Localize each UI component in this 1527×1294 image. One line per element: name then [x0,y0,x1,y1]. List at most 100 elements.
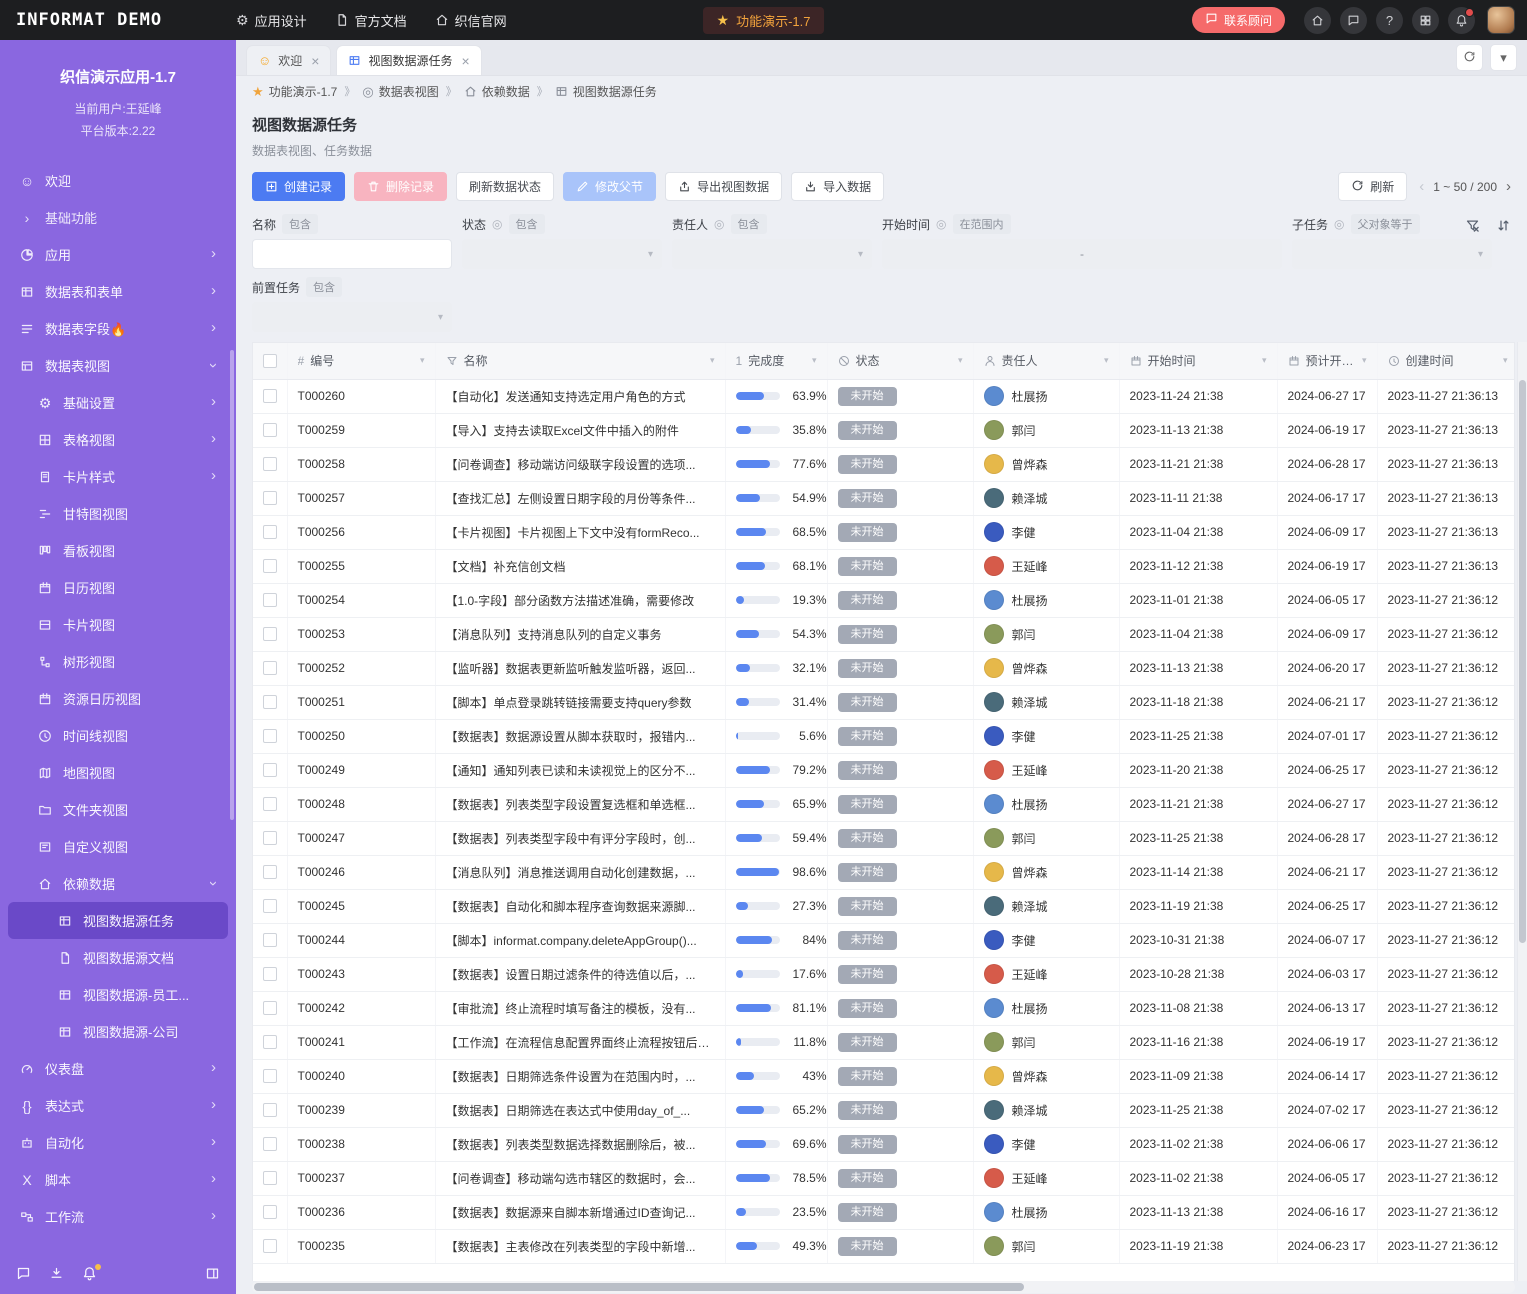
row-checkbox[interactable] [263,1001,277,1015]
caret-down-icon[interactable]: ▾ [1104,355,1109,366]
bell-footer-button[interactable] [82,1266,97,1281]
caret-down-icon[interactable]: ▾ [958,355,963,366]
sidebar-item[interactable]: 依赖数据› [8,865,228,902]
caret-down-icon[interactable]: ▾ [1362,355,1367,366]
breadcrumb-item[interactable]: ★功能演示-1.7 [252,83,337,100]
sidebar-item[interactable]: 文件夹视图 [8,791,228,828]
table-row[interactable]: T000253【消息队列】支持消息队列的自定义事务54.3%未开始郭闫2023-… [253,617,1515,651]
caret-down-icon[interactable]: ▾ [420,355,425,366]
row-checkbox[interactable] [263,1103,277,1117]
row-checkbox[interactable] [263,899,277,913]
row-checkbox[interactable] [263,491,277,505]
row-checkbox[interactable] [263,865,277,879]
sidebar-item[interactable]: {}表达式› [8,1087,228,1124]
table-row[interactable]: T000252【监听器】数据表更新监听触发监听器，返回...32.1%未开始曾烨… [253,651,1515,685]
filter-date-range[interactable]: - [882,239,1282,269]
horizontal-scrollbar[interactable] [254,1283,1024,1291]
sidebar-item[interactable]: 数据表视图› [8,347,228,384]
row-checkbox[interactable] [263,423,277,437]
row-checkbox[interactable] [263,627,277,641]
table-row[interactable]: T000259【导入】支持去读取Excel文件中插入的附件35.8%未开始郭闫2… [253,413,1515,447]
sidebar-item[interactable]: ☺欢迎 [8,162,228,199]
sidebar-item[interactable]: ⚙基础设置› [8,384,228,421]
row-checkbox[interactable] [263,593,277,607]
table-row[interactable]: T000243【数据表】设置日期过滤条件的待选值以后，...17.6%未开始王延… [253,957,1515,991]
caret-down-icon[interactable]: ▾ [710,355,715,366]
apps-button[interactable] [1412,7,1439,34]
table-row[interactable]: T000256【卡片视图】卡片视图上下文中没有formReco...68.5%未… [253,515,1515,549]
table-row[interactable]: T000258【问卷调查】移动端访问级联字段设置的选项...77.6%未开始曾烨… [253,447,1515,481]
sidebar-item[interactable]: X脚本› [8,1161,228,1198]
sidebar-item[interactable]: 资源日历视图 [8,680,228,717]
sidebar-item[interactable]: 甘特图视图 [8,495,228,532]
sort-icon[interactable] [1496,218,1511,237]
select-all-checkbox[interactable] [263,354,277,368]
vertical-scrollbar-track[interactable] [1517,342,1527,1281]
row-checkbox[interactable] [263,729,277,743]
close-icon[interactable]: × [462,53,470,69]
breadcrumb-item[interactable]: 视图数据源任务 [555,83,657,100]
create-record-button[interactable]: 创建记录 [252,172,345,201]
filter-input[interactable] [252,239,452,269]
table-row[interactable]: T000242【审批流】终止流程时填写备注的模板，没有...81.1%未开始杜展… [253,991,1515,1025]
vertical-scrollbar[interactable] [1519,380,1526,943]
table-row[interactable]: T000246【消息队列】消息推送调用自动化创建数据，...98.6%未开始曾烨… [253,855,1515,889]
message-button[interactable] [1340,7,1367,34]
table-row[interactable]: T000257【查找汇总】左侧设置日期字段的月份等条件...54.9%未开始赖泽… [253,481,1515,515]
row-checkbox[interactable] [263,1239,277,1253]
table-row[interactable]: T000254【1.0-字段】部分函数方法描述准确，需要修改19.3%未开始杜展… [253,583,1515,617]
table-row[interactable]: T000238【数据表】列表类型数据选择数据删除后，被...69.6%未开始李健… [253,1127,1515,1161]
table-row[interactable]: T000237【问卷调查】移动端勾选市辖区的数据时，会...78.5%未开始王延… [253,1161,1515,1195]
table-row[interactable]: T000249【通知】通知列表已读和未读视觉上的区分不...79.2%未开始王延… [253,753,1515,787]
sidebar-item[interactable]: 看板视图 [8,532,228,569]
topbar-nav-item-0[interactable]: ⚙应用设计 [236,11,307,30]
modify-parent-button[interactable]: 修改父节 [563,172,656,201]
sidebar-item[interactable]: 仪表盘› [8,1050,228,1087]
filter-select[interactable]: ▾ [252,302,452,332]
collapse-panel-button[interactable] [205,1266,220,1281]
row-checkbox[interactable] [263,1171,277,1185]
caret-down-icon[interactable]: ▾ [1262,355,1267,366]
breadcrumb-item[interactable]: ◎数据表视图 [362,83,438,100]
table-row[interactable]: T000251【脚本】单点登录跳转链接需要支持query参数31.4%未开始赖泽… [253,685,1515,719]
filter-select[interactable]: ▾ [462,239,662,269]
home-button[interactable] [1304,7,1331,34]
sidebar-item[interactable]: 卡片样式› [8,458,228,495]
sidebar-item[interactable]: 自动化› [8,1124,228,1161]
sidebar-item[interactable]: ›基础功能 [8,199,228,236]
contact-advisor-button[interactable]: 联系顾问 [1192,7,1285,33]
table-row[interactable]: T000240【数据表】日期筛选条件设置为在范围内时，...43%未开始曾烨森2… [253,1059,1515,1093]
clear-filter-icon[interactable] [1465,218,1480,237]
table-row[interactable]: T000245【数据表】自动化和脚本程序查询数据来源脚...27.3%未开始赖泽… [253,889,1515,923]
table-row[interactable]: T000244【脚本】informat.company.deleteAppGro… [253,923,1515,957]
bell-button[interactable] [1448,7,1475,34]
message-footer-button[interactable] [16,1266,31,1281]
caret-down-icon[interactable]: ▾ [1503,355,1508,366]
sidebar-item[interactable]: 视图数据源文档 [8,939,228,976]
row-checkbox[interactable] [263,457,277,471]
row-checkbox[interactable] [263,831,277,845]
sidebar-item[interactable]: 树形视图 [8,643,228,680]
delete-record-button[interactable]: 删除记录 [354,172,447,201]
table-row[interactable]: T000236【数据表】数据源来自脚本新增通过ID查询记...23.5%未开始杜… [253,1195,1515,1229]
row-checkbox[interactable] [263,389,277,403]
row-checkbox[interactable] [263,967,277,981]
topbar-nav-item-1[interactable]: 官方文档 [335,11,407,30]
tab-list-dropdown-button[interactable]: ▾ [1490,44,1517,71]
table-row[interactable]: T000239【数据表】日期筛选在表达式中使用day_of_...65.2%未开… [253,1093,1515,1127]
sidebar-item[interactable]: 视图数据源-员工... [8,976,228,1013]
horizontal-scrollbar-track[interactable] [252,1281,1515,1293]
breadcrumb-item[interactable]: 依赖数据 [464,83,530,100]
topbar-nav-item-2[interactable]: 织信官网 [435,11,507,30]
row-checkbox[interactable] [263,1205,277,1219]
row-checkbox[interactable] [263,695,277,709]
row-checkbox[interactable] [263,797,277,811]
tab-inactive[interactable]: ☺欢迎× [246,45,331,75]
sidebar-item[interactable]: 自定义视图 [8,828,228,865]
row-checkbox[interactable] [263,559,277,573]
table-row[interactable]: T000235【数据表】主表修改在列表类型的字段中新增...49.3%未开始郭闫… [253,1229,1515,1263]
refresh-data-status-button[interactable]: 刷新数据状态 [456,172,554,201]
sidebar-item[interactable]: 工作流› [8,1198,228,1235]
sidebar-item[interactable]: 时间线视图 [8,717,228,754]
row-checkbox[interactable] [263,525,277,539]
